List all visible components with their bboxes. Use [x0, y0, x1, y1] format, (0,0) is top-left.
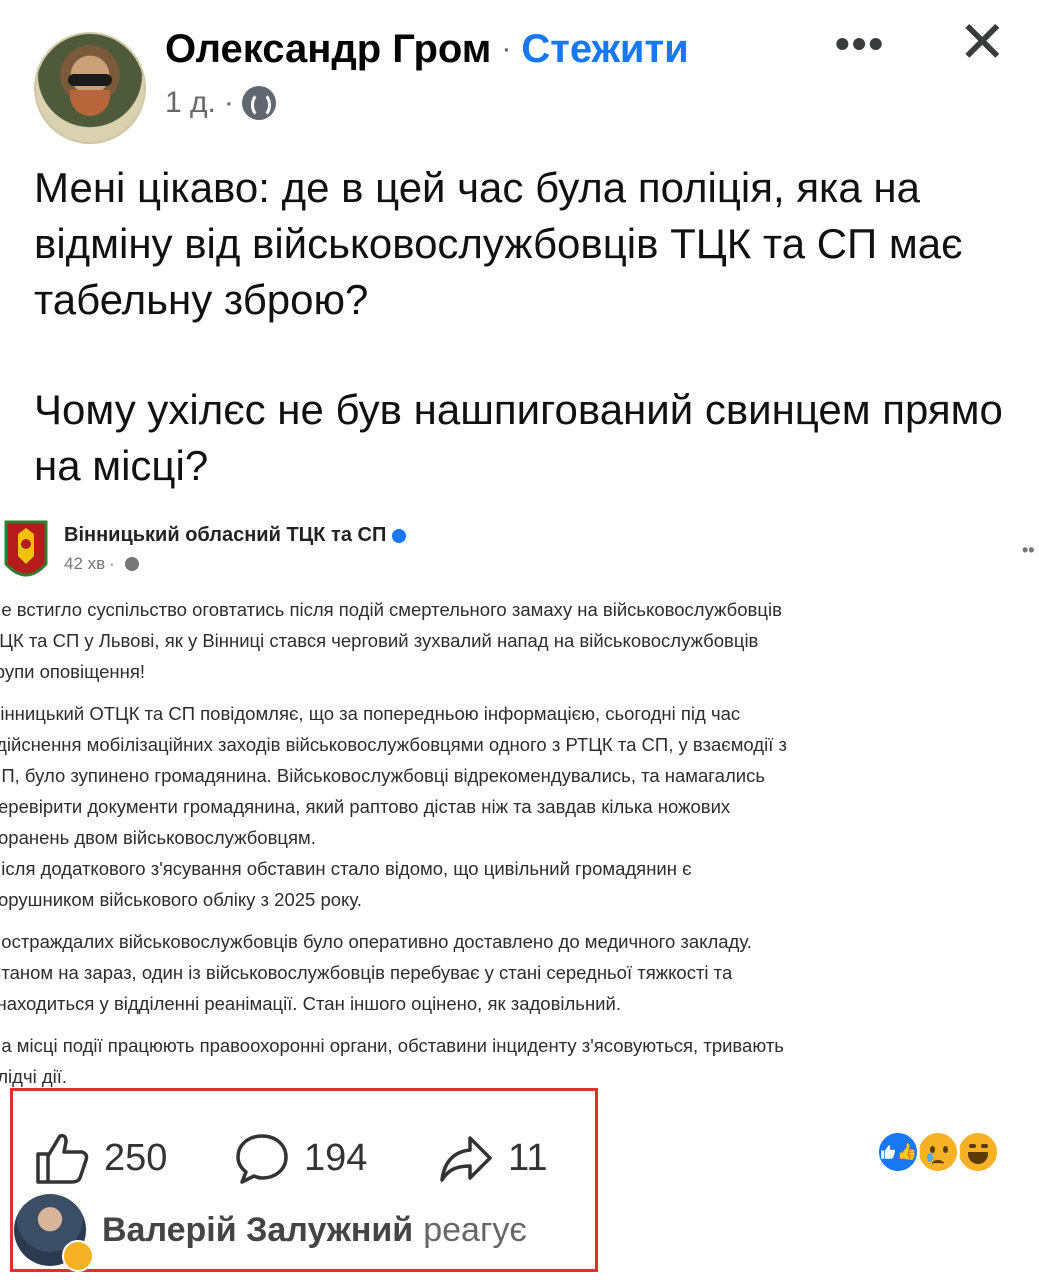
text-line: Вінницький ОТЦК та СП повідомляє, що за …	[0, 703, 741, 724]
sunglasses-icon	[68, 74, 112, 86]
share-icon	[440, 1136, 492, 1182]
page-name-line: Вінницький обласний ТЦК та СП	[64, 524, 407, 547]
page-meta: 42 хв ·	[64, 554, 139, 574]
shared-paragraph: На місці події працюють правоохоронні ор…	[0, 1030, 1039, 1090]
eye	[930, 1146, 935, 1153]
more-options-button[interactable]: •••	[835, 20, 885, 68]
author-avatar[interactable]	[34, 32, 146, 144]
care-reaction-icon	[62, 1240, 94, 1272]
meta-dot: ·	[223, 86, 234, 119]
beard-icon	[70, 90, 110, 116]
text-line: слідчі дії.	[0, 1066, 68, 1087]
text-line: перевірити документи громадянина, який р…	[0, 796, 731, 817]
reactor-line: Валерій Залужний реагує	[14, 1194, 527, 1272]
text-line: На місці події працюють правоохоронні ор…	[0, 1035, 784, 1056]
text-line: групи оповіщення!	[0, 661, 145, 682]
reactor-verb: реагує	[423, 1210, 527, 1249]
eye	[969, 1144, 976, 1148]
thumbs-up-icon	[881, 1145, 896, 1159]
post-text: Мені цікаво: де в цей час була поліція, …	[34, 160, 1019, 494]
text-line: здійснення мобілізаційних заходів військ…	[0, 734, 787, 755]
page-meta-dot: ·	[109, 554, 115, 573]
shared-paragraph: Постраждалих військовослужбовців було оп…	[0, 926, 1039, 1019]
text-line: Після додаткового з'ясування обставин ст…	[0, 858, 692, 879]
post-paragraph: Чому ухілєс не був нашпигований свинцем …	[34, 386, 1003, 489]
text-line: Станом на зараз, один із військовослужбо…	[0, 962, 733, 983]
author-line: Олександр Гром · Стежити	[165, 24, 689, 74]
sad-face-icon	[916, 1130, 960, 1174]
text-line: НП, було зупинено громадянина. Військово…	[0, 765, 765, 786]
comment-count: 194	[304, 1136, 368, 1179]
text-line: Не встигло суспільство оговтатись після …	[0, 599, 782, 620]
post-meta: 1 д. ·	[165, 86, 276, 120]
page-logo-icon	[4, 520, 48, 577]
mouth	[968, 1152, 988, 1164]
shared-paragraph: Вінницький ОТЦК та СП повідомляє, що за …	[0, 698, 1039, 915]
share-count: 11	[508, 1136, 548, 1179]
reactor-avatar[interactable]	[14, 1194, 94, 1272]
post-time[interactable]: 1 д.	[165, 86, 216, 120]
text-line: знаходиться у відділенні реанімації. Ста…	[0, 993, 621, 1014]
shared-paragraph: Не встигло суспільство оговтатись після …	[0, 594, 1039, 687]
tear	[927, 1153, 933, 1162]
verified-badge-icon	[392, 528, 407, 543]
comment-button[interactable]: 194	[234, 1130, 367, 1186]
eye	[981, 1144, 988, 1148]
text-line: поранень двом військовослужбовцям.	[0, 827, 316, 848]
post-header: Олександр Гром · Стежити 1 д. · ••• ✕	[0, 0, 1039, 144]
thumbs-up-icon	[36, 1133, 89, 1184]
reaction-summary[interactable]	[876, 1130, 1006, 1176]
close-button[interactable]: ✕	[958, 14, 1007, 72]
page-post-time: 42 хв	[64, 554, 106, 573]
comment-icon	[236, 1134, 288, 1184]
like-button[interactable]: 250	[34, 1130, 167, 1186]
text-line: порушником військового обліку з 2025 рок…	[0, 889, 362, 910]
reactor-name[interactable]: Валерій Залужний	[102, 1211, 413, 1250]
follow-button[interactable]: Стежити	[521, 27, 688, 72]
share-button[interactable]: 11	[438, 1130, 547, 1186]
like-count: 250	[104, 1136, 168, 1179]
page-more-options-icon: ••	[1022, 540, 1035, 560]
globe-icon	[124, 557, 139, 571]
globe-icon	[241, 86, 276, 120]
author-name[interactable]: Олександр Гром	[165, 27, 491, 72]
mouth	[932, 1160, 944, 1168]
separator: ·	[501, 32, 512, 65]
haha-face-icon	[956, 1130, 1000, 1174]
shared-post-screenshot: Вінницький обласний ТЦК та СП 42 хв · ••…	[0, 510, 1039, 1090]
eye	[943, 1146, 948, 1153]
text-line: ТЦК та СП у Львові, як у Вінниці стався …	[0, 630, 759, 651]
text-line: Постраждалих військовослужбовців було оп…	[0, 931, 752, 952]
page-name[interactable]: Вінницький обласний ТЦК та СП	[64, 524, 386, 547]
post-paragraph: Мені цікаво: де в цей час була поліція, …	[34, 164, 963, 323]
like-reaction-icon	[876, 1130, 920, 1174]
shared-post-text: Не встигло суспільство оговтатись після …	[0, 594, 1039, 1090]
